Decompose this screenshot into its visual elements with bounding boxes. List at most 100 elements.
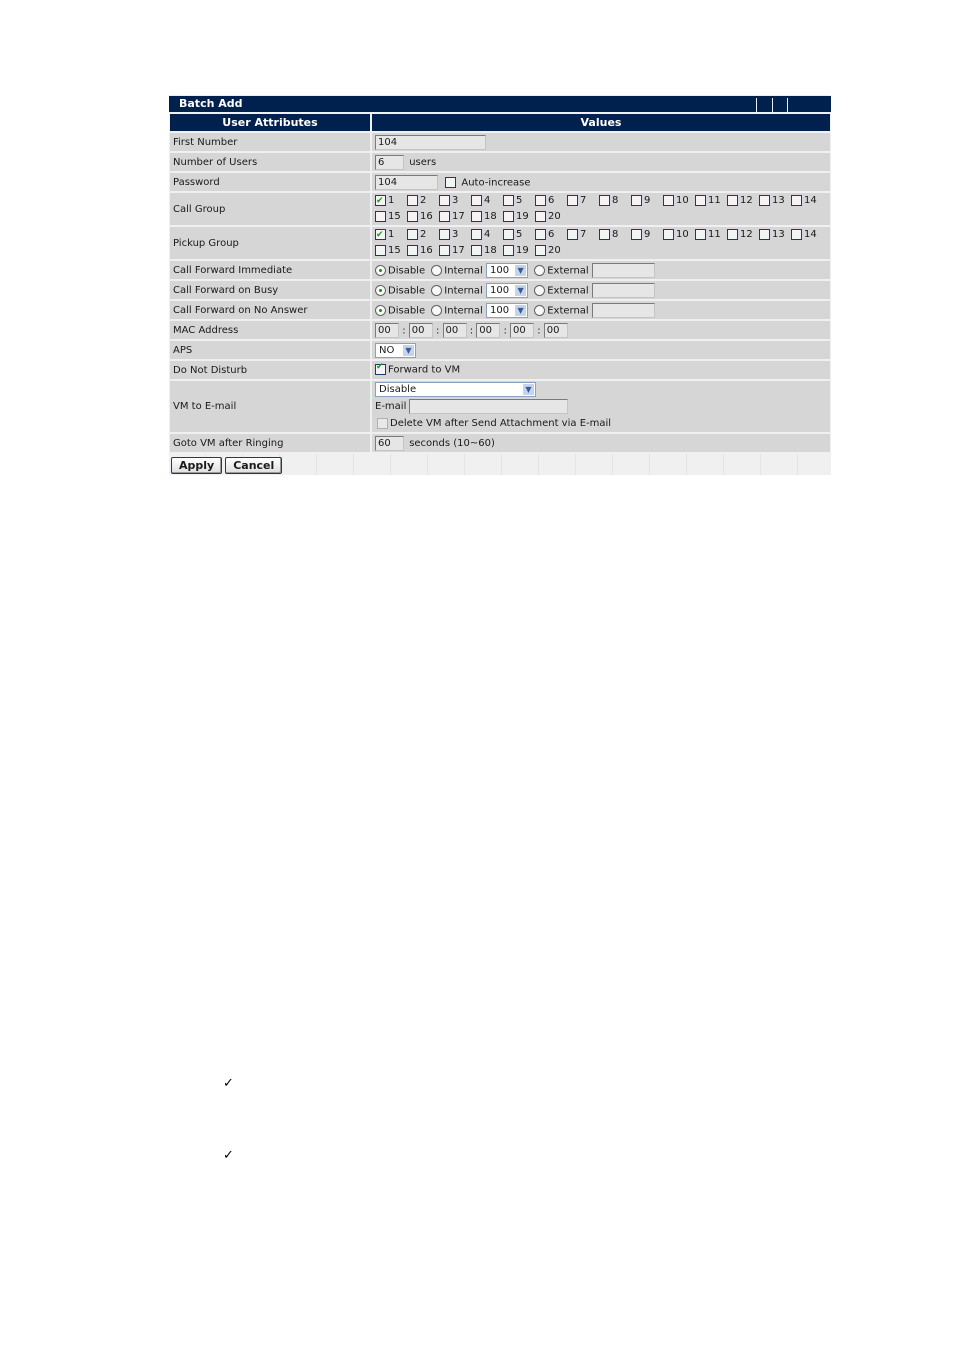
call-group-checkbox[interactable] xyxy=(503,194,514,206)
pickup-group-option-3[interactable]: 3 xyxy=(439,227,471,243)
pickup-group-option-12[interactable]: 12 xyxy=(727,227,759,243)
cfi-external-input[interactable] xyxy=(591,262,655,278)
pickup-group-checkbox[interactable] xyxy=(663,228,674,240)
pickup-group-option-15[interactable]: 15 xyxy=(375,243,407,259)
call-group-option-14[interactable]: 14 xyxy=(791,193,823,209)
cfna-internal-radio[interactable] xyxy=(431,304,443,316)
call-group-checkbox[interactable] xyxy=(663,194,674,206)
auto-increase-checkbox[interactable] xyxy=(445,176,457,188)
call-group-option-9[interactable]: 9 xyxy=(631,193,663,209)
call-group-checkbox[interactable] xyxy=(471,210,482,222)
mac-octet-5[interactable]: 00 xyxy=(510,322,534,338)
call-group-checkbox[interactable] xyxy=(759,194,770,206)
call-group-option-10[interactable]: 10 xyxy=(663,193,695,209)
mac-octet-2[interactable]: 00 xyxy=(408,322,433,338)
pickup-group-checkbox[interactable] xyxy=(407,228,418,240)
pickup-group-option-5[interactable]: 5 xyxy=(503,227,535,243)
call-group-option-1[interactable]: 1 xyxy=(375,193,407,209)
call-group-option-7[interactable]: 7 xyxy=(567,193,599,209)
cfi-disable-radio[interactable] xyxy=(375,264,386,276)
forward-to-vm-checkbox[interactable] xyxy=(375,362,386,376)
pickup-group-option-14[interactable]: 14 xyxy=(791,227,823,243)
pickup-group-checkbox[interactable] xyxy=(503,244,514,256)
call-group-checkbox[interactable] xyxy=(375,210,386,222)
cfb-external-radio[interactable] xyxy=(534,284,546,296)
call-group-checkbox[interactable] xyxy=(567,194,578,206)
pickup-group-option-18[interactable]: 18 xyxy=(471,243,503,259)
call-group-checkbox[interactable] xyxy=(535,194,546,206)
call-group-option-3[interactable]: 3 xyxy=(439,193,471,209)
call-group-checkbox[interactable] xyxy=(535,210,546,222)
cfb-external-input[interactable] xyxy=(591,282,655,298)
goto-vm-input[interactable]: 60 xyxy=(375,435,404,451)
mac-octet-1[interactable]: 00 xyxy=(375,322,399,338)
pickup-group-option-9[interactable]: 9 xyxy=(631,227,663,243)
cfb-internal-select[interactable]: 100 ▼ xyxy=(486,282,529,298)
pickup-group-checkbox[interactable] xyxy=(407,244,418,256)
pickup-group-option-7[interactable]: 7 xyxy=(567,227,599,243)
number-of-users-input[interactable]: 6 xyxy=(375,154,404,170)
call-group-checkbox[interactable] xyxy=(407,194,418,206)
call-group-checkbox[interactable] xyxy=(471,194,482,206)
pickup-group-option-6[interactable]: 6 xyxy=(535,227,567,243)
call-group-checkbox[interactable] xyxy=(727,194,738,206)
call-group-checkbox[interactable] xyxy=(407,210,418,222)
pickup-group-checkbox[interactable] xyxy=(535,228,546,240)
pickup-group-checkbox[interactable] xyxy=(471,244,482,256)
pickup-group-option-1[interactable]: 1 xyxy=(375,227,407,243)
pickup-group-checkbox[interactable] xyxy=(375,244,386,256)
call-group-option-13[interactable]: 13 xyxy=(759,193,791,209)
call-group-checkbox[interactable] xyxy=(503,210,514,222)
call-group-option-15[interactable]: 15 xyxy=(375,209,407,225)
cfna-disable-radio[interactable] xyxy=(375,304,386,316)
call-group-checkbox[interactable] xyxy=(439,210,450,222)
call-group-option-8[interactable]: 8 xyxy=(599,193,631,209)
pickup-group-checkbox[interactable] xyxy=(599,228,610,240)
call-group-checkbox[interactable] xyxy=(631,194,642,206)
pickup-group-option-10[interactable]: 10 xyxy=(663,227,695,243)
pickup-group-checkbox[interactable] xyxy=(695,228,706,240)
email-input[interactable] xyxy=(409,398,569,414)
delete-vm-checkbox[interactable] xyxy=(377,417,388,429)
mac-octet-3[interactable]: 00 xyxy=(442,322,467,338)
call-group-checkbox[interactable] xyxy=(375,193,386,209)
pickup-group-checkbox[interactable] xyxy=(631,228,642,240)
call-group-checkbox[interactable] xyxy=(791,194,802,206)
call-group-checkbox[interactable] xyxy=(599,194,610,206)
first-number-input[interactable]: 104 xyxy=(375,134,486,150)
pickup-group-option-8[interactable]: 8 xyxy=(599,227,631,243)
cfna-external-radio[interactable] xyxy=(534,304,546,316)
cfna-internal-select[interactable]: 100 ▼ xyxy=(486,302,529,318)
pickup-group-checkbox[interactable] xyxy=(503,228,514,240)
call-group-option-16[interactable]: 16 xyxy=(407,209,439,225)
pickup-group-option-2[interactable]: 2 xyxy=(407,227,439,243)
call-group-option-6[interactable]: 6 xyxy=(535,193,567,209)
pickup-group-option-13[interactable]: 13 xyxy=(759,227,791,243)
password-input[interactable]: 104 xyxy=(375,174,438,190)
pickup-group-checkbox[interactable] xyxy=(471,228,482,240)
pickup-group-option-17[interactable]: 17 xyxy=(439,243,471,259)
cfna-external-input[interactable] xyxy=(591,302,655,318)
call-group-option-18[interactable]: 18 xyxy=(471,209,503,225)
mac-octet-6[interactable]: 00 xyxy=(543,322,568,338)
call-group-option-12[interactable]: 12 xyxy=(727,193,759,209)
call-group-option-5[interactable]: 5 xyxy=(503,193,535,209)
call-group-checkbox[interactable] xyxy=(439,194,450,206)
pickup-group-checkbox[interactable] xyxy=(759,228,770,240)
call-group-option-19[interactable]: 19 xyxy=(503,209,535,225)
pickup-group-option-20[interactable]: 20 xyxy=(535,243,567,259)
pickup-group-checkbox[interactable] xyxy=(727,228,738,240)
pickup-group-checkbox[interactable] xyxy=(535,244,546,256)
cfi-internal-radio[interactable] xyxy=(431,264,443,276)
call-group-option-20[interactable]: 20 xyxy=(535,209,567,225)
call-group-option-17[interactable]: 17 xyxy=(439,209,471,225)
pickup-group-option-19[interactable]: 19 xyxy=(503,243,535,259)
cfb-internal-radio[interactable] xyxy=(431,284,443,296)
cancel-button[interactable]: Cancel xyxy=(225,457,283,474)
call-group-checkbox[interactable] xyxy=(695,194,706,206)
pickup-group-checkbox[interactable] xyxy=(439,228,450,240)
pickup-group-option-4[interactable]: 4 xyxy=(471,227,503,243)
cfb-disable-radio[interactable] xyxy=(375,284,386,296)
call-group-option-2[interactable]: 2 xyxy=(407,193,439,209)
vm-to-email-select[interactable]: Disable ▼ xyxy=(375,381,536,397)
